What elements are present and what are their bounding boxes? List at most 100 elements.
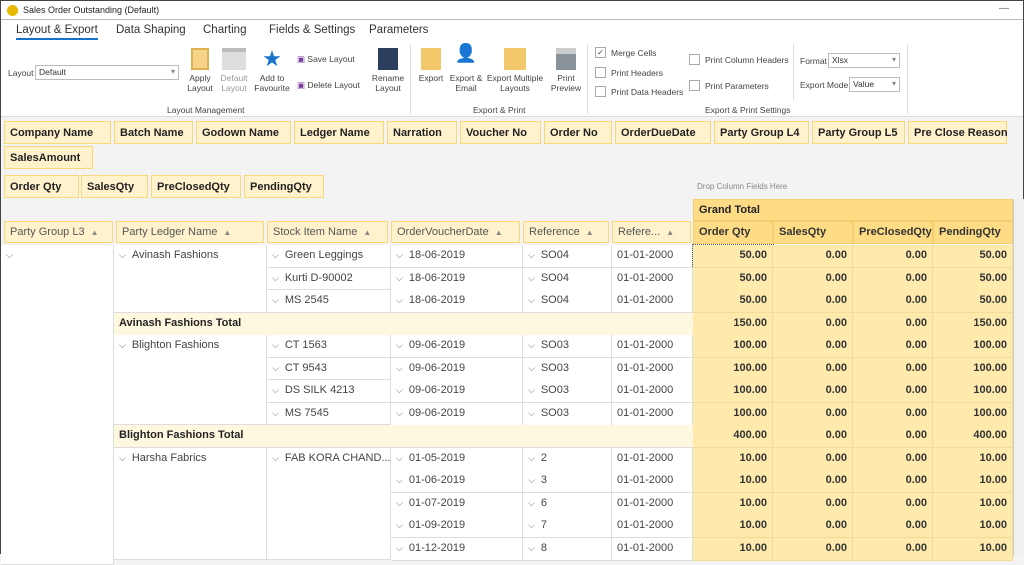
value-cell[interactable]: 0.00: [773, 335, 853, 358]
row-header-6[interactable]: Refere... ▲: [612, 221, 691, 243]
sort-ascending-icon[interactable]: ▲: [586, 228, 594, 237]
chevron-down-icon[interactable]: ⌵: [272, 273, 279, 283]
order-date-cell[interactable]: ⌵ 18-06-2019: [391, 267, 523, 291]
filter-field-chip[interactable]: Party Group L4: [714, 121, 809, 144]
value-header[interactable]: Order Qty: [693, 221, 773, 244]
chevron-down-icon[interactable]: ⌵: [272, 250, 279, 260]
total-value-cell[interactable]: 150.00: [693, 312, 773, 336]
default-layout-button[interactable]: Default Layout: [218, 48, 250, 93]
chevron-down-icon[interactable]: ⌵: [119, 250, 126, 260]
chevron-down-icon[interactable]: ⌵: [272, 385, 279, 395]
order-date-cell[interactable]: ⌵ 18-06-2019: [391, 290, 523, 313]
chevron-down-icon[interactable]: ⌵: [272, 453, 279, 463]
value-cell[interactable]: 100.00: [693, 380, 773, 403]
value-cell[interactable]: 50.00: [933, 267, 1013, 291]
party-ledger-cell[interactable]: ⌵ Harsha Fabrics: [114, 447, 267, 560]
tab-layout-export[interactable]: Layout & Export: [16, 24, 98, 40]
chevron-down-icon[interactable]: ⌵: [528, 408, 535, 418]
value-cell[interactable]: 10.00: [693, 537, 773, 561]
chevron-down-icon[interactable]: ⌵: [528, 520, 535, 530]
row-header-5[interactable]: Reference ▲: [523, 221, 609, 243]
chevron-down-icon[interactable]: ⌵: [528, 498, 535, 508]
value-cell[interactable]: 10.00: [693, 515, 773, 538]
filter-field-chip[interactable]: Party Group L5: [812, 121, 905, 144]
export-mode-select[interactable]: Value: [849, 77, 900, 92]
delete-layout-button[interactable]: ▣ Delete Layout: [297, 80, 360, 90]
filter-field-chip[interactable]: Pre Close Reason: [908, 121, 1008, 144]
export-email-button[interactable]: 👤 Export & Email: [449, 44, 483, 93]
value-cell[interactable]: 0.00: [853, 537, 933, 561]
chevron-down-icon[interactable]: ⌵: [528, 273, 535, 283]
stock-item-cell[interactable]: ⌵ DS SILK 4213: [267, 380, 391, 403]
value-cell[interactable]: 0.00: [853, 290, 933, 313]
stock-item-cell[interactable]: ⌵ MS 7545: [267, 402, 391, 425]
sort-ascending-icon[interactable]: ▲: [495, 228, 503, 237]
value-cell[interactable]: 0.00: [773, 402, 853, 426]
filter-field-chip[interactable]: Company Name: [4, 121, 111, 144]
reference-cell[interactable]: ⌵ 2: [523, 447, 612, 471]
value-cell[interactable]: 0.00: [773, 492, 853, 516]
reference-cell[interactable]: ⌵ SO03: [523, 335, 612, 358]
value-cell[interactable]: 0.00: [773, 515, 853, 538]
value-cell[interactable]: 0.00: [773, 290, 853, 313]
chevron-down-icon[interactable]: ⌵: [396, 475, 403, 485]
value-cell[interactable]: 0.00: [853, 267, 933, 291]
order-date-cell[interactable]: ⌵ 09-06-2019: [391, 335, 523, 358]
chevron-down-icon[interactable]: ⌵: [528, 363, 535, 373]
order-date-cell[interactable]: ⌵ 09-06-2019: [391, 380, 523, 403]
chevron-down-icon[interactable]: ⌵: [396, 295, 403, 305]
chevron-down-icon[interactable]: ⌵: [396, 543, 403, 553]
vertical-scrollbar[interactable]: [1013, 199, 1024, 555]
data-field-chip[interactable]: Order Qty: [4, 175, 79, 198]
reference-cell[interactable]: ⌵ 7: [523, 515, 612, 538]
print-data-headers-checkbox[interactable]: Print Data Headers: [595, 86, 683, 98]
reference-cell[interactable]: ⌵ SO03: [523, 357, 612, 381]
order-date-cell[interactable]: ⌵ 01-07-2019: [391, 492, 523, 516]
sort-ascending-icon[interactable]: ▲: [363, 228, 371, 237]
value-cell[interactable]: 100.00: [933, 357, 1013, 381]
value-cell[interactable]: 0.00: [853, 515, 933, 538]
value-cell[interactable]: 0.00: [773, 380, 853, 403]
value-cell[interactable]: 100.00: [693, 357, 773, 381]
data-field-chip[interactable]: PreClosedQty: [151, 175, 241, 198]
sort-ascending-icon[interactable]: ▲: [223, 228, 231, 237]
stock-item-cell[interactable]: ⌵ Green Leggings: [267, 245, 391, 268]
value-cell[interactable]: 100.00: [933, 402, 1013, 426]
value-cell[interactable]: 50.00: [692, 244, 774, 269]
order-date-cell[interactable]: ⌵ 01-09-2019: [391, 515, 523, 538]
stock-item-cell[interactable]: ⌵ MS 2545: [267, 290, 391, 313]
chevron-down-icon[interactable]: ⌵: [528, 385, 535, 395]
stock-item-cell[interactable]: ⌵ CT 9543: [267, 357, 391, 380]
chevron-down-icon[interactable]: ⌵: [272, 295, 279, 305]
value-cell[interactable]: 100.00: [693, 335, 773, 358]
chevron-down-icon[interactable]: ⌵: [396, 340, 403, 350]
row-header-2[interactable]: Party Ledger Name ▲: [116, 221, 264, 243]
value-cell[interactable]: 0.00: [853, 335, 933, 358]
chevron-down-icon[interactable]: ⌵: [396, 520, 403, 530]
order-date-cell[interactable]: ⌵ 09-06-2019: [391, 402, 523, 426]
value-cell[interactable]: 10.00: [933, 447, 1013, 471]
value-header[interactable]: PendingQty: [933, 221, 1013, 244]
party-ledger-cell[interactable]: ⌵ Avinash Fashions: [114, 245, 267, 313]
value-cell[interactable]: 10.00: [933, 537, 1013, 561]
value-cell[interactable]: 10.00: [693, 470, 773, 493]
chevron-down-icon[interactable]: ⌵: [396, 408, 403, 418]
chevron-down-icon[interactable]: ⌵: [119, 453, 126, 463]
chevron-down-icon[interactable]: ⌵: [396, 453, 403, 463]
value-cell[interactable]: 0.00: [853, 357, 933, 381]
total-value-cell[interactable]: 400.00: [933, 425, 1013, 448]
merge-cells-checkbox[interactable]: ✓ Merge Cells: [595, 47, 656, 59]
value-header[interactable]: PreClosedQty: [853, 221, 933, 244]
chevron-down-icon[interactable]: ⌵: [272, 340, 279, 350]
tab-fields-settings[interactable]: Fields & Settings: [269, 24, 355, 36]
value-cell[interactable]: 100.00: [933, 335, 1013, 358]
value-cell[interactable]: 50.00: [933, 290, 1013, 313]
chevron-down-icon[interactable]: ⌵: [528, 340, 535, 350]
reference-cell[interactable]: ⌵ SO03: [523, 380, 612, 403]
value-cell[interactable]: 50.00: [693, 267, 773, 291]
tab-charting[interactable]: Charting: [203, 24, 246, 36]
total-value-cell[interactable]: 150.00: [933, 312, 1013, 336]
value-cell[interactable]: 0.00: [853, 402, 933, 426]
chevron-down-icon[interactable]: ⌵: [528, 250, 535, 260]
format-select[interactable]: Xlsx: [828, 53, 900, 68]
